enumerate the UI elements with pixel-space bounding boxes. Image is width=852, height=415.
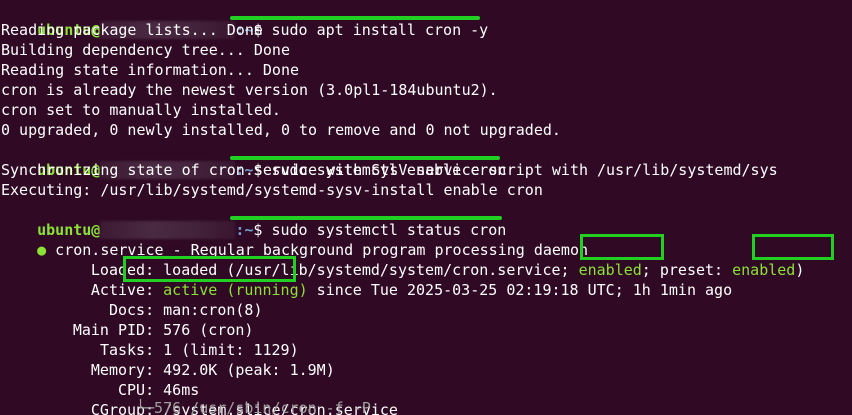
terminal-window[interactable]: ubuntu@:~$ sudo apt install cron -y Read… [0,0,852,415]
status-cgroup-line: CGroup: /system.slice/cron.service [1,380,398,415]
status-header: ● cron.service - Regular background prog… [1,220,588,259]
active-post: since Tue 2025-03-25 02:19:18 UTC; 1h 1m… [307,281,733,299]
status-memory-line: Memory: 492.0K (peak: 1.9M) [1,340,335,379]
status-pid-line: Main PID: 576 (cron) [1,300,254,339]
output-line: 0 upgraded, 0 newly installed, 0 to remo… [1,121,561,139]
highlight-box-active-running [123,256,296,282]
cgroup-tree-line: └─576 /usr/sbin/cron -f -P [136,399,371,415]
output-line: Synchronizing state of cron.service with… [1,161,778,179]
output-line: Reading state information... Done [1,61,300,79]
status-loaded-line: Loaded: loaded (/usr/lib/systemd/system/… [1,240,804,279]
highlight-underline-1 [230,16,480,20]
command-text-1: sudo apt install cron -y [262,21,489,39]
status-tasks-line: Tasks: 1 (limit: 1129) [1,320,299,359]
output-line: Reading package lists... Done [1,21,263,39]
highlight-box-enabled [580,234,664,260]
status-cpu-line: CPU: 46ms [1,360,199,399]
output-line: Building dependency tree... Done [1,41,290,59]
status-docs-line: Docs: man:cron(8) [1,280,263,319]
output-line: cron is already the newest version (3.0p… [1,81,498,99]
loaded-preset: enabled [732,261,796,279]
highlight-box-preset-enabled [752,234,834,260]
output-line: cron set to manually installed. [1,101,281,119]
output-line: Executing: /usr/lib/systemd/systemd-sysv… [1,181,543,199]
status-active-line: Active: active (running) since Tue 2025-… [1,260,732,299]
loaded-post: ) [795,261,805,279]
